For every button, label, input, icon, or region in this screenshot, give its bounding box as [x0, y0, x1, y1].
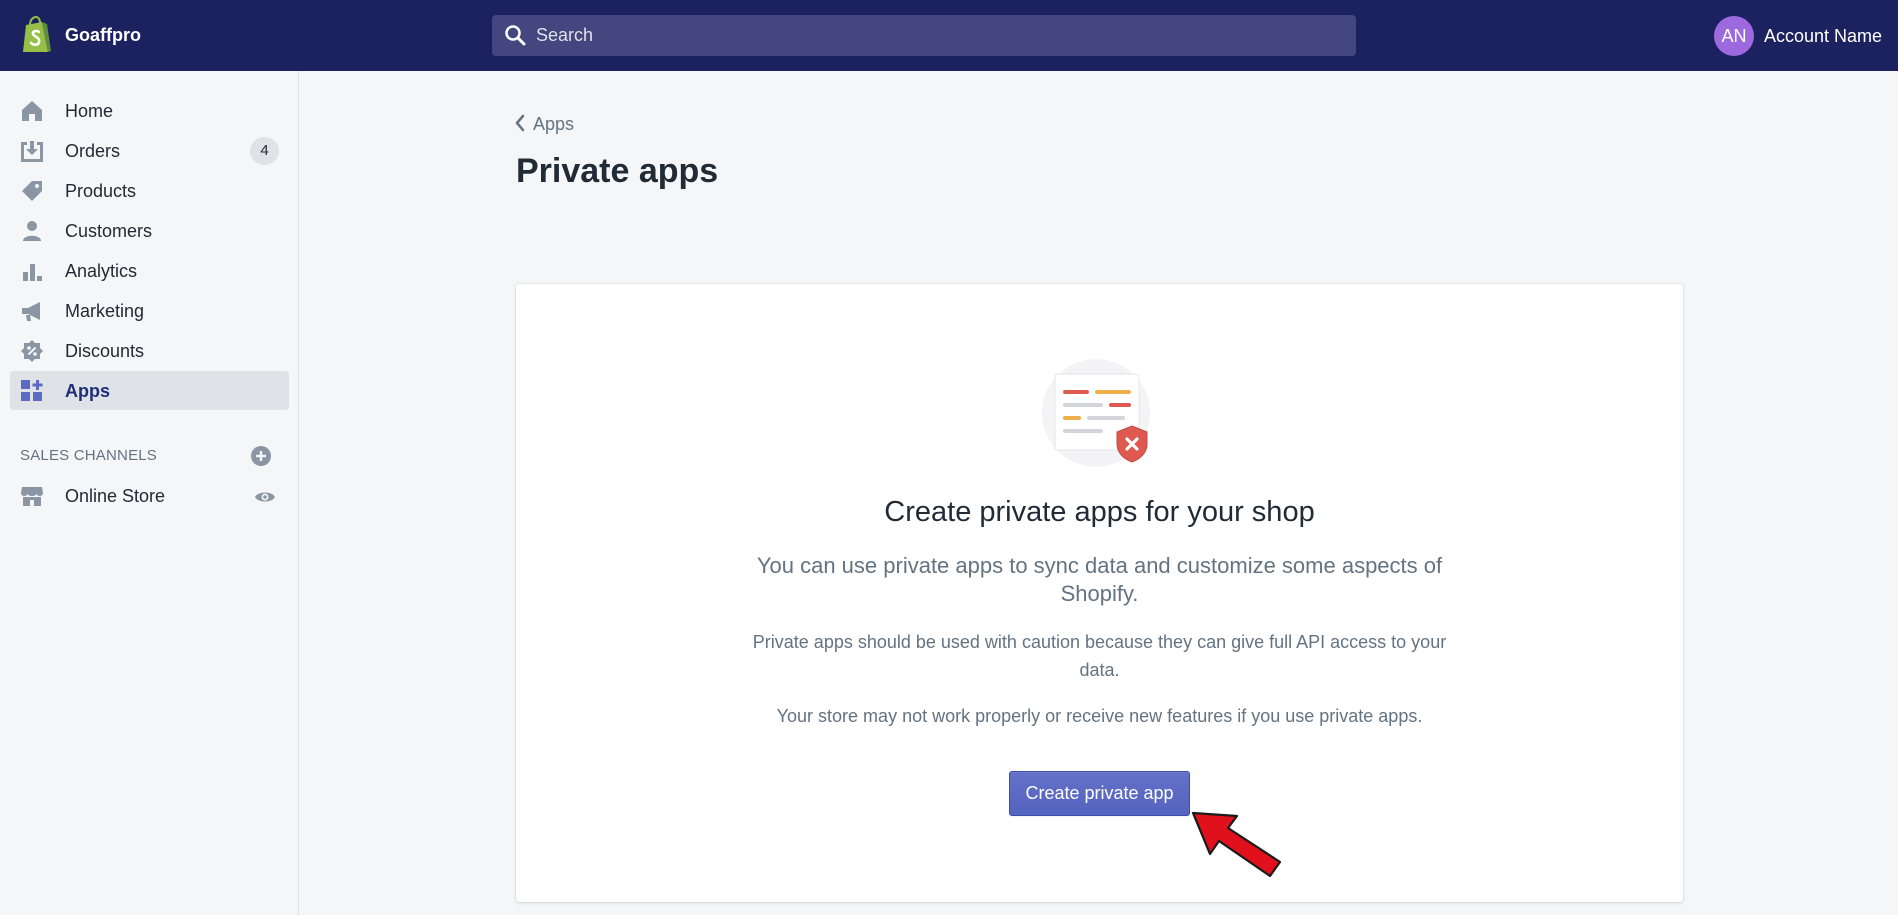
sidebar-item-online-store[interactable]: Online Store [10, 476, 289, 515]
orders-icon [21, 141, 43, 162]
search-icon [505, 25, 526, 46]
apps-icon [21, 380, 43, 401]
empty-state-warning-text: Your store may not work properly or rece… [776, 706, 1423, 726]
sidebar-item-orders[interactable]: Orders 4 [10, 131, 289, 170]
search-input[interactable]: Search [492, 15, 1356, 56]
shopify-logo-icon[interactable] [20, 16, 52, 54]
page-title: Private apps [516, 152, 719, 190]
breadcrumb-apps-link[interactable]: Apps [533, 114, 574, 135]
sidebar-item-customers[interactable]: Customers [10, 211, 289, 250]
sidebar-item-analytics[interactable]: Analytics [10, 251, 289, 290]
megaphone-icon [22, 302, 40, 321]
account-name[interactable]: Account Name [1764, 26, 1882, 47]
sidebar-item-label: Analytics [65, 261, 138, 281]
sales-channels-heading: SALES CHANNELS [20, 447, 158, 464]
customer-icon [23, 221, 41, 241]
search-placeholder: Search [536, 25, 594, 45]
tag-icon [22, 181, 42, 201]
sidebar-item-apps[interactable]: Apps [10, 371, 289, 410]
eye-icon[interactable] [254, 486, 276, 508]
create-private-app-button[interactable]: Create private app [1009, 771, 1190, 816]
store-name[interactable]: Goaffpro [65, 25, 141, 46]
sidebar-item-marketing[interactable]: Marketing [10, 291, 289, 330]
sidebar-item-label: Apps [65, 381, 110, 401]
annotation-arrow-icon [1191, 811, 1282, 878]
sidebar-item-products[interactable]: Products [10, 171, 289, 210]
sidebar-item-label: Products [65, 181, 137, 201]
private-apps-illustration-icon [1042, 359, 1150, 467]
sidebar-item-label: Online Store [65, 486, 166, 506]
empty-state-heading: Create private apps for your shop [884, 496, 1315, 528]
store-icon [21, 487, 43, 506]
sidebar: Home Orders 4 Products Customers Analyti… [0, 71, 299, 915]
add-sales-channel-icon[interactable] [250, 445, 272, 467]
orders-count-badge: 4 [250, 137, 279, 165]
home-icon [22, 101, 42, 121]
discount-icon [21, 340, 43, 362]
sidebar-item-label: Marketing [65, 301, 145, 321]
sidebar-item-discounts[interactable]: Discounts [10, 331, 289, 370]
sidebar-item-label: Discounts [65, 341, 145, 361]
top-bar: Goaffpro Search AN Account Name [0, 0, 1898, 71]
chevron-left-icon [515, 114, 525, 132]
avatar[interactable]: AN [1714, 16, 1754, 56]
sidebar-item-label: Orders [65, 141, 121, 161]
analytics-icon [23, 264, 42, 281]
empty-state-subtitle: You can use private apps to sync data an… [756, 553, 1443, 606]
sidebar-item-label: Customers [65, 221, 153, 241]
sidebar-item-home[interactable]: Home [10, 91, 289, 130]
empty-state-caution-text: Private apps should be used with caution… [752, 632, 1447, 680]
empty-state-card: Create private apps for your shop You ca… [516, 284, 1683, 902]
sidebar-item-label: Home [65, 101, 114, 121]
